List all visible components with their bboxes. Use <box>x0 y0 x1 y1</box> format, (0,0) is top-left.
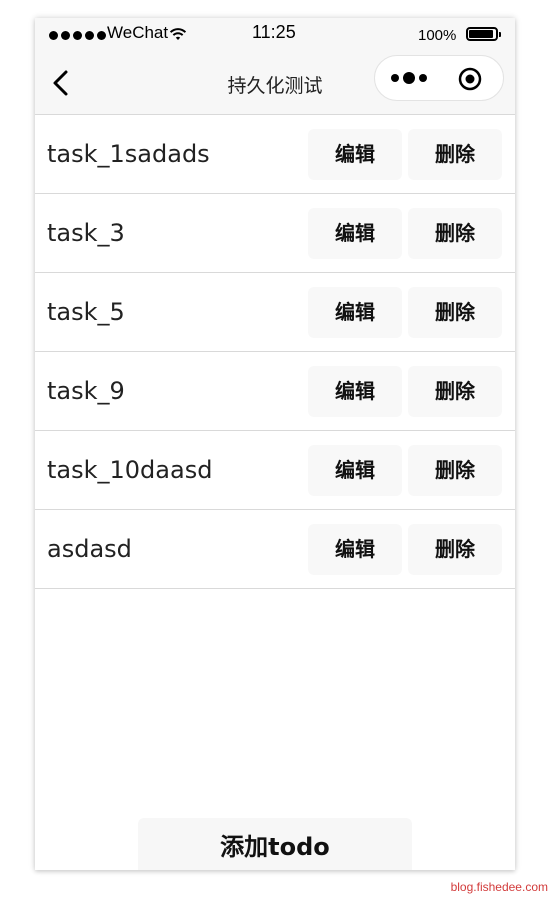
status-time: 11:25 <box>252 22 296 42</box>
add-todo-button[interactable]: 添加todo <box>138 818 412 870</box>
edit-button[interactable]: 编辑 <box>308 366 402 417</box>
target-close-icon[interactable] <box>458 67 482 91</box>
delete-button[interactable]: 删除 <box>408 366 502 417</box>
edit-button[interactable]: 编辑 <box>308 524 402 575</box>
todo-row: task_3 编辑 删除 <box>35 194 515 273</box>
status-bar: WeChat 11:25 100% <box>35 18 515 54</box>
phone-screen: WeChat 11:25 100% 持久化测试 task_1sadads 编辑 … <box>35 18 515 870</box>
watermark: blog.fishedee.com <box>450 880 548 894</box>
more-dots-icon[interactable] <box>389 68 429 88</box>
todo-text: task_1sadads <box>47 140 210 168</box>
delete-button[interactable]: 删除 <box>408 208 502 259</box>
signal-strength-icon <box>49 28 106 42</box>
carrier-name: WeChat <box>107 23 169 42</box>
mini-program-capsule <box>374 55 504 101</box>
delete-button[interactable]: 删除 <box>408 524 502 575</box>
delete-button[interactable]: 删除 <box>408 129 502 180</box>
delete-button[interactable]: 删除 <box>408 445 502 496</box>
battery-percent: 100% <box>418 27 457 44</box>
edit-button[interactable]: 编辑 <box>308 208 402 259</box>
todo-row: task_9 编辑 删除 <box>35 352 515 431</box>
todo-text: task_3 <box>47 219 125 247</box>
edit-button[interactable]: 编辑 <box>308 287 402 338</box>
nav-bar: 持久化测试 <box>35 54 515 115</box>
todo-row: task_1sadads 编辑 删除 <box>35 115 515 194</box>
todo-text: task_5 <box>47 298 125 326</box>
todo-text: asdasd <box>47 535 132 563</box>
todo-row: task_10daasd 编辑 删除 <box>35 431 515 510</box>
todo-row: task_5 编辑 删除 <box>35 273 515 352</box>
edit-button[interactable]: 编辑 <box>308 129 402 180</box>
wifi-icon <box>169 28 187 40</box>
todo-text: task_9 <box>47 377 125 405</box>
delete-button[interactable]: 删除 <box>408 287 502 338</box>
edit-button[interactable]: 编辑 <box>308 445 402 496</box>
battery-icon <box>466 27 501 41</box>
todo-list: task_1sadads 编辑 删除 task_3 编辑 删除 task_5 编… <box>35 115 515 589</box>
todo-text: task_10daasd <box>47 456 213 484</box>
todo-row: asdasd 编辑 删除 <box>35 510 515 589</box>
